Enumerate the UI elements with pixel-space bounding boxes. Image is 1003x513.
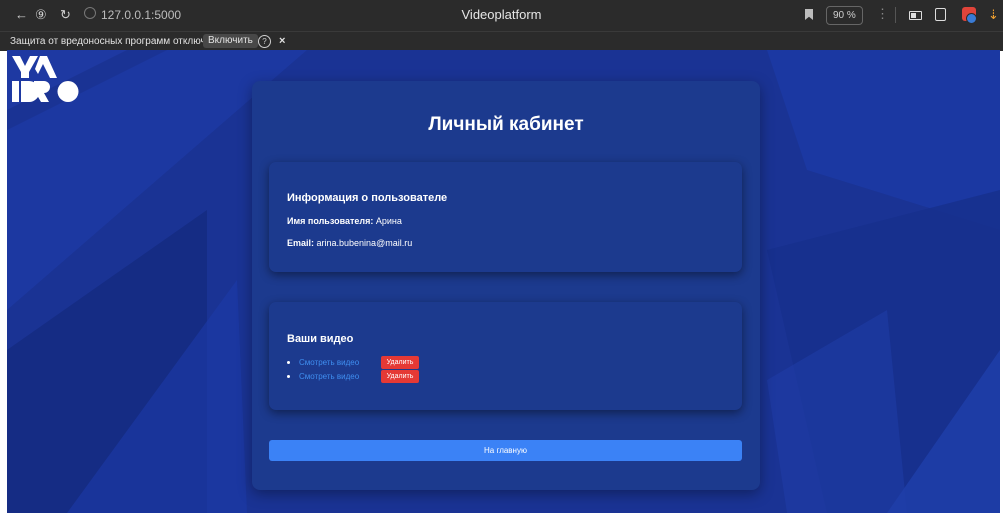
enable-protection-button[interactable]: Включить xyxy=(203,34,258,48)
infobar-message: Защита от вредоносных программ отключена xyxy=(10,36,223,47)
delete-video-button[interactable]: Удалить xyxy=(381,356,419,369)
email-value: arina.bubenina@mail.ru xyxy=(316,238,413,248)
username-value: Арина xyxy=(375,216,402,226)
menu-dots-icon[interactable]: ⋮ xyxy=(876,6,889,22)
browser-titlebar: ← ⑨ ↻ 127.0.0.1:5000 Videoplatform 90 % … xyxy=(0,0,1003,31)
email-label: Email: xyxy=(287,238,317,248)
delete-video-button[interactable]: Удалить xyxy=(381,370,419,383)
videos-heading: Ваши видео xyxy=(287,333,354,345)
zoom-indicator[interactable]: 90 % xyxy=(826,6,863,25)
email-row: Email: arina.bubenina@mail.ru xyxy=(287,237,412,249)
watch-video-link[interactable]: Смотреть видео xyxy=(299,357,359,369)
bullet-icon xyxy=(287,375,290,378)
tab-copy-icon[interactable] xyxy=(935,8,946,21)
bullet-icon xyxy=(287,361,290,364)
help-icon[interactable]: ? xyxy=(258,35,271,48)
page-title: Личный кабинет xyxy=(428,114,584,135)
toolbar-divider xyxy=(895,7,896,23)
username-label: Имя пользователя: xyxy=(287,216,376,226)
yadro-logo xyxy=(12,56,79,102)
sidebar-toggle-icon[interactable] xyxy=(909,11,922,20)
username-row: Имя пользователя: Арина xyxy=(287,215,402,227)
extension-badge-icon xyxy=(966,13,977,24)
home-button[interactable]: На главную xyxy=(269,440,742,461)
close-icon[interactable]: × xyxy=(279,34,285,48)
videos-card: Ваши видео Смотреть видео Удалить Смотре… xyxy=(269,302,742,410)
watch-video-link[interactable]: Смотреть видео xyxy=(299,371,359,383)
download-icon[interactable]: ⇣ xyxy=(988,7,1000,23)
user-info-card: Информация о пользователе Имя пользовате… xyxy=(269,162,742,272)
security-infobar: Защита от вредоносных программ отключена… xyxy=(0,31,1003,51)
page-viewport: Личный кабинет Информация о пользователе… xyxy=(7,50,1000,513)
profile-panel: Личный кабинет Информация о пользователе… xyxy=(252,81,760,490)
user-info-heading: Информация о пользователе xyxy=(287,192,448,204)
